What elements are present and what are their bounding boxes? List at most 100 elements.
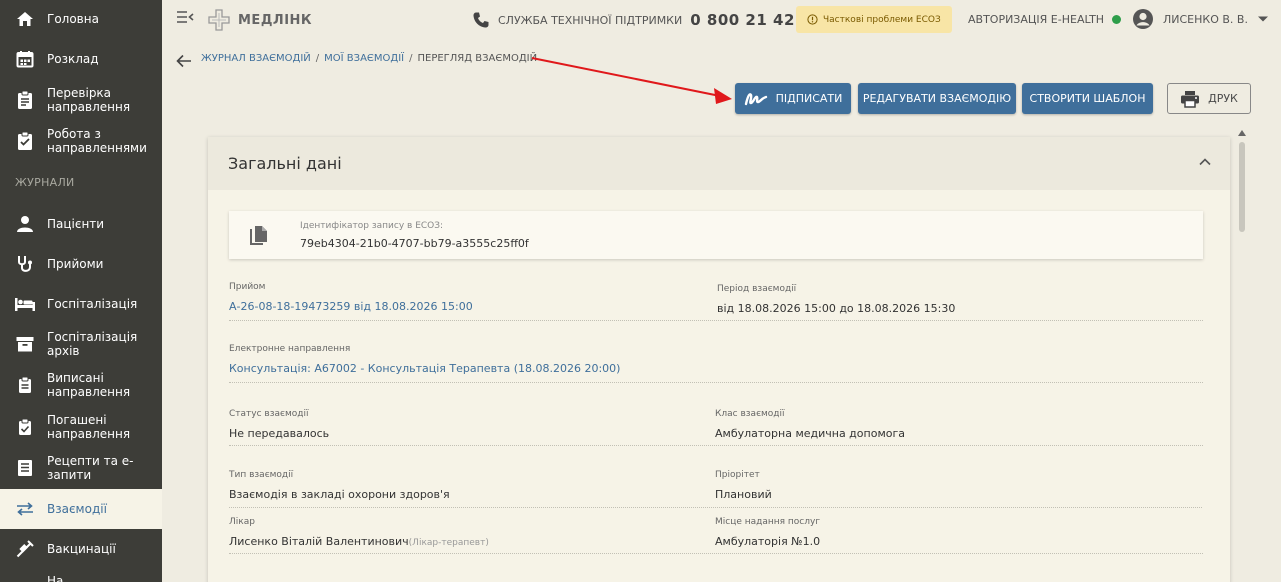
- class-value: Амбулаторна медична допомога: [715, 427, 905, 440]
- sidebar-item-partial[interactable]: На...: [0, 570, 162, 582]
- chevron-up-icon[interactable]: [1198, 155, 1212, 169]
- logo-text: МЕДЛІНК: [238, 12, 313, 28]
- sidebar-item-label: На...: [47, 574, 75, 582]
- sidebar-item-label: Робота з направленнями: [47, 127, 147, 155]
- breadcrumb-journal[interactable]: ЖУРНАЛ ВЗАЄМОДІЙ: [201, 53, 311, 64]
- user-name: ЛИСЕНКО В. В.: [1163, 12, 1248, 26]
- divider: [229, 382, 1203, 383]
- print-button-label: ДРУК: [1208, 92, 1238, 105]
- user-menu[interactable]: ЛИСЕНКО В. В.: [1132, 8, 1269, 30]
- account-icon: [1133, 9, 1153, 29]
- divider: [229, 445, 1203, 446]
- sidebar-item-home[interactable]: Головна: [0, 0, 162, 38]
- sign-button[interactable]: ПІДПИСАТИ: [735, 83, 851, 114]
- sidebar-item-issued-referrals[interactable]: Виписані направлення: [0, 364, 162, 406]
- sidebar-item-appointments[interactable]: Прийоми: [0, 244, 162, 284]
- annotation-arrow-icon: [531, 57, 732, 104]
- sidebar-item-vaccinations[interactable]: Вакцинації: [0, 530, 162, 568]
- doctor-label: Лікар: [229, 517, 255, 527]
- appointment-link[interactable]: А-26-08-18-19473259 від 18.08.2026 15:00: [229, 300, 473, 313]
- sidebar-item-label: Прийоми: [47, 257, 104, 271]
- printer-icon: [1181, 90, 1200, 108]
- create-template-button[interactable]: СТВОРИТИ ШАБЛОН: [1022, 83, 1153, 114]
- sidebar-item-label: Погашені направлення: [47, 413, 131, 441]
- status-label: Статус взаємодії: [229, 409, 309, 419]
- list-icon: [15, 458, 35, 478]
- place-label: Місце надання послуг: [715, 517, 821, 527]
- edit-button-label: РЕДАГУВАТИ ВЗАЄМОДІЮ: [862, 92, 1012, 105]
- referral-link[interactable]: Консультація: А67002 - Консультація Тера…: [229, 362, 620, 375]
- clipboard-check-icon: [15, 90, 35, 110]
- scroll-up-icon[interactable]: [1238, 130, 1246, 136]
- type-label: Тип взаємодії: [229, 470, 294, 480]
- sidebar-item-referral-work[interactable]: Робота з направленнями: [0, 121, 162, 161]
- stethoscope-icon: [15, 254, 35, 274]
- copy-document-icon[interactable]: [249, 225, 269, 247]
- swap-icon: [15, 499, 35, 519]
- sidebar-item-interactions[interactable]: Взаємодії: [0, 489, 162, 529]
- panel-title: Загальні дані: [228, 154, 342, 173]
- person-icon: [15, 214, 35, 234]
- clipboard-list-icon: [15, 131, 35, 151]
- sidebar-item-label: Вакцинації: [47, 542, 116, 556]
- breadcrumb-my-interactions[interactable]: МОЇ ВЗАЄМОДІЇ: [324, 53, 404, 64]
- period-value: від 18.08.2026 15:00 до 18.08.2026 15:30: [717, 302, 956, 315]
- sidebar-item-label: Госпіталізація архів: [47, 330, 138, 358]
- sidebar-item-label: Виписані направлення: [47, 371, 131, 399]
- doctor-role: (Лікар-терапевт): [408, 538, 489, 548]
- content-scrollbar[interactable]: [1237, 128, 1247, 582]
- ehealth-label: АВТОРИЗАЦІЯ E-HEALTH: [968, 13, 1105, 26]
- divider: [715, 507, 1202, 508]
- divider: [229, 320, 1203, 321]
- sidebar-item-label: Госпіталізація: [47, 297, 138, 311]
- signature-icon: [744, 92, 767, 105]
- period-label: Період взаємодії: [717, 284, 797, 294]
- breadcrumb-separator: /: [409, 53, 413, 64]
- sidebar-item-prescriptions[interactable]: Рецепти та е-запити: [0, 448, 162, 488]
- sidebar-section-journals: ЖУРНАЛИ: [15, 176, 75, 189]
- edit-interaction-button[interactable]: РЕДАГУВАТИ ВЗАЄМОДІЮ: [858, 83, 1016, 114]
- priority-value: Плановий: [715, 488, 772, 501]
- sidebar-item-label: Головна: [47, 12, 99, 26]
- sidebar-item-patients[interactable]: Пацієнти: [0, 204, 162, 244]
- class-label: Клас взаємодії: [715, 409, 785, 419]
- referral-label: Електронне направлення: [229, 344, 351, 354]
- sidebar-item-hospitalization[interactable]: Госпіталізація: [0, 284, 162, 324]
- sign-button-label: ПІДПИСАТИ: [775, 92, 843, 105]
- status-value: Не передавалось: [229, 427, 330, 440]
- scrollbar-thumb[interactable]: [1239, 142, 1245, 232]
- divider: [229, 553, 1203, 554]
- panel-header[interactable]: Загальні дані: [208, 137, 1230, 190]
- record-id-label: Ідентифікатор запису в ЕСОЗ:: [300, 221, 444, 231]
- print-button[interactable]: ДРУК: [1167, 83, 1251, 114]
- menu-collapse-icon[interactable]: [176, 9, 194, 25]
- support-info: СЛУЖБА ТЕХНІЧНОЇ ПІДТРИМКИ 0 800 21 42 0…: [472, 11, 823, 29]
- sidebar-item-redeemed-referrals[interactable]: Погашені направлення: [0, 406, 162, 448]
- doctor-name: Лисенко Віталій Валентинович: [229, 535, 409, 548]
- sidebar-item-hospitalization-archive[interactable]: Госпіталізація архів: [0, 324, 162, 364]
- ehealth-auth[interactable]: АВТОРИЗАЦІЯ E-HEALTH: [968, 13, 1122, 26]
- ehealth-status-icon: [1112, 15, 1122, 24]
- caret-down-icon: [1257, 16, 1268, 22]
- calendar-icon: [15, 49, 35, 69]
- logo[interactable]: МЕДЛІНК: [206, 8, 312, 32]
- ecoz-warning-badge[interactable]: Часткові проблеми ЕСОЗ: [796, 6, 952, 33]
- sidebar-item-referral-check[interactable]: Перевірка направлення: [0, 80, 162, 120]
- phone-icon: [473, 12, 489, 28]
- doctor-value: Лисенко Віталій Валентинович(Лікар-терап…: [229, 535, 489, 548]
- sidebar-item-schedule[interactable]: Розклад: [0, 40, 162, 78]
- sidebar-item-label: Взаємодії: [47, 502, 107, 516]
- place-value: Амбулаторія №1.0: [715, 535, 821, 548]
- general-data-panel: Загальні дані Ідентифікатор запису в ЕСО…: [208, 137, 1230, 582]
- sidebar-item-label: Перевірка направлення: [47, 86, 131, 114]
- divider: [229, 507, 716, 508]
- record-id-value: 79eb4304-21b0-4707-bb79-a3555c25ff0f: [300, 237, 529, 250]
- bed-icon: [15, 294, 35, 314]
- sidebar: Головна Розклад Перевірка направлення Ро…: [0, 0, 162, 582]
- sidebar-item-label: Рецепти та е-запити: [47, 454, 134, 482]
- back-arrow-icon[interactable]: [176, 54, 192, 68]
- medlink-logo-icon: [208, 9, 230, 31]
- clipboard-icon: [15, 375, 35, 395]
- breadcrumb-separator: /: [315, 53, 320, 64]
- priority-label: Пріорітет: [715, 470, 760, 480]
